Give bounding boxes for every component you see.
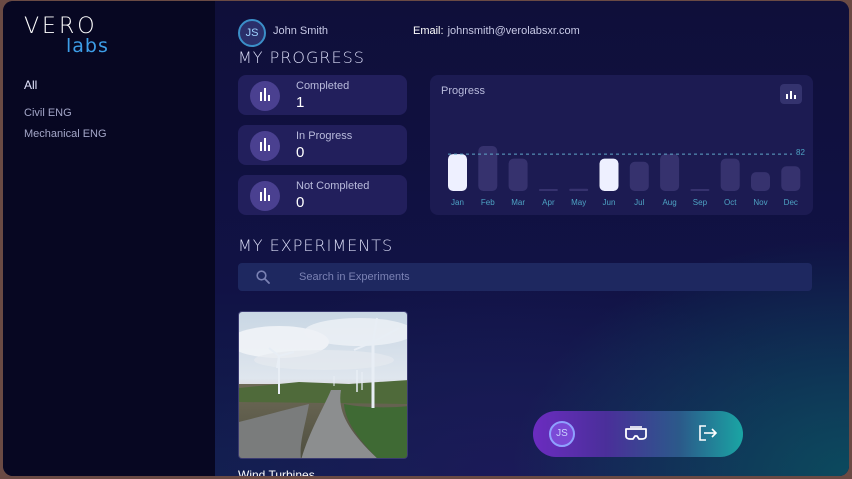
chart-tick-label: Jan (451, 198, 464, 207)
sidebar-item-civil-eng[interactable]: Civil ENG (24, 107, 72, 119)
exit-icon[interactable] (697, 424, 719, 442)
experiments-search[interactable]: Search in Experiments (238, 263, 812, 291)
dock-avatar-button[interactable]: JS (549, 421, 575, 447)
logo: VERO labs (24, 16, 109, 57)
chart-reference-label: 82 (796, 148, 805, 157)
experiments-section-title: MY EXPERIMENTS (238, 236, 394, 255)
email-address: johnsmith@verolabsxr.com (447, 25, 580, 37)
stat-value: 0 (296, 144, 305, 161)
chart-bar-aug (660, 154, 680, 191)
stat-label: In Progress (296, 130, 353, 142)
experiment-card-wind-turbines[interactable] (238, 311, 408, 459)
chart-bar-oct (720, 158, 740, 191)
vr-headset-icon[interactable] (624, 425, 648, 441)
stat-value: 1 (296, 94, 305, 111)
sidebar-item-all[interactable]: All (24, 78, 37, 92)
chart-bar-feb (478, 146, 498, 191)
chart-tick-label: Jul (634, 198, 644, 207)
stat-card-completed: Completed 1 (238, 75, 407, 115)
user-name: John Smith (273, 25, 329, 37)
user-avatar[interactable]: JS (238, 19, 266, 47)
chart-tick-label: Nov (753, 198, 767, 207)
chart-tick-label: Apr (542, 198, 555, 207)
chart-tick-label: Oct (724, 198, 737, 207)
bar-chart-icon (250, 81, 280, 111)
search-input[interactable]: Search in Experiments (299, 271, 410, 283)
chart-tick-label: Jun (603, 198, 616, 207)
bottom-dock: JS (533, 411, 743, 457)
chart-tick-label: Aug (662, 198, 676, 207)
stat-label: Not Completed (296, 180, 370, 192)
chart-bar-apr (538, 189, 558, 191)
progress-section-title: MY PROGRESS (238, 48, 365, 67)
stat-value: 0 (296, 194, 305, 211)
search-icon (256, 270, 270, 284)
email-label: Email: (413, 25, 444, 37)
chart-bar-jan (448, 154, 467, 191)
chart-bar-dec (781, 166, 801, 191)
stat-card-not-completed: Not Completed 0 (238, 175, 407, 215)
bar-chart-icon (250, 131, 280, 161)
chart-tick-label: May (571, 198, 586, 207)
user-email: Email: johnsmith@verolabsxr.com (413, 25, 580, 37)
chart-bar-mar (508, 158, 528, 191)
chart-bar-nov (751, 172, 770, 191)
main-content: JS John Smith Email: johnsmith@verolabsxr… (215, 1, 849, 476)
bar-chart-icon (250, 181, 280, 211)
chart-tick-label: Feb (481, 198, 495, 207)
chart-tick-label: Dec (784, 198, 798, 207)
logo-labs-text: labs (66, 35, 109, 57)
chart-bar-jun (599, 158, 619, 191)
experiment-thumbnail (239, 312, 407, 458)
chart-tick-label: Mar (511, 198, 525, 207)
sidebar-item-mechanical-eng[interactable]: Mechanical ENG (24, 128, 107, 140)
stat-card-in-progress: In Progress 0 (238, 125, 407, 165)
chart-bar-jul (629, 161, 649, 191)
progress-chart: Jan Feb Mar Apr May Jun Jul Aug Sep Oct Nov Dec 82 (448, 146, 805, 207)
chart-tick-label: Sep (693, 198, 708, 207)
experiment-title: Wind Turbines (238, 468, 315, 476)
chart-bar-sep (690, 189, 710, 191)
chart-bar-may (569, 188, 589, 191)
stat-label: Completed (296, 80, 350, 92)
sidebar: VERO labs All Civil ENG Mechanical ENG (3, 1, 215, 476)
app-window: VERO labs All Civil ENG Mechanical ENG J… (3, 1, 849, 476)
progress-chart-panel: Progress Jan Feb Mar Apr May Jun Jul Aug Sep Oct N… (430, 75, 813, 215)
